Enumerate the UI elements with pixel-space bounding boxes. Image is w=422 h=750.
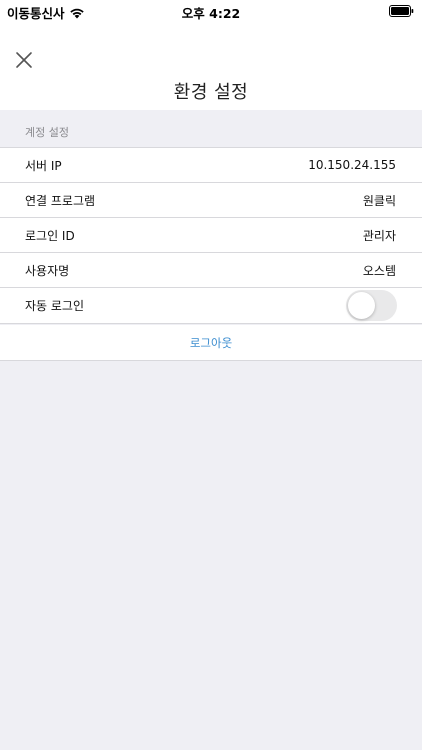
toggle-knob: [348, 292, 375, 319]
battery-icon: [389, 5, 414, 17]
row-value: 10.150.24.155: [308, 158, 396, 172]
logout-button[interactable]: 로그아웃: [190, 335, 232, 351]
row-label: 서버 IP: [25, 158, 62, 173]
settings-row-connected-program[interactable]: 연결 프로그램 원클릭: [0, 183, 422, 218]
settings-row-auto-login: 자동 로그인: [0, 288, 422, 323]
settings-row-server-ip[interactable]: 서버 IP 10.150.24.155: [0, 148, 422, 183]
row-value: 관리자: [362, 228, 396, 243]
page-title: 환경 설정: [173, 82, 249, 103]
status-bar: 이동통신사 오후 4:22: [0, 0, 422, 22]
row-label: 연결 프로그램: [25, 193, 96, 208]
logout-section: 로그아웃: [0, 325, 422, 361]
row-label: 자동 로그인: [25, 299, 85, 313]
section-header-account: 계정 설정: [25, 126, 69, 139]
settings-row-username[interactable]: 사용자명 오스템: [0, 253, 422, 288]
settings-list: 서버 IP 10.150.24.155 연결 프로그램 원클릭 로그인 ID 관…: [0, 147, 422, 324]
auto-login-toggle[interactable]: [346, 290, 397, 321]
row-value: 원클릭: [362, 193, 396, 208]
header: 환경 설정: [0, 22, 422, 110]
close-button[interactable]: [10, 46, 38, 74]
row-label: 로그인 ID: [25, 228, 75, 243]
row-label: 사용자명: [25, 263, 70, 278]
row-value: 오스템: [362, 263, 396, 278]
close-icon: [16, 52, 32, 68]
settings-row-login-id[interactable]: 로그인 ID 관리자: [0, 218, 422, 253]
status-time: 오후 4:22: [181, 6, 241, 21]
